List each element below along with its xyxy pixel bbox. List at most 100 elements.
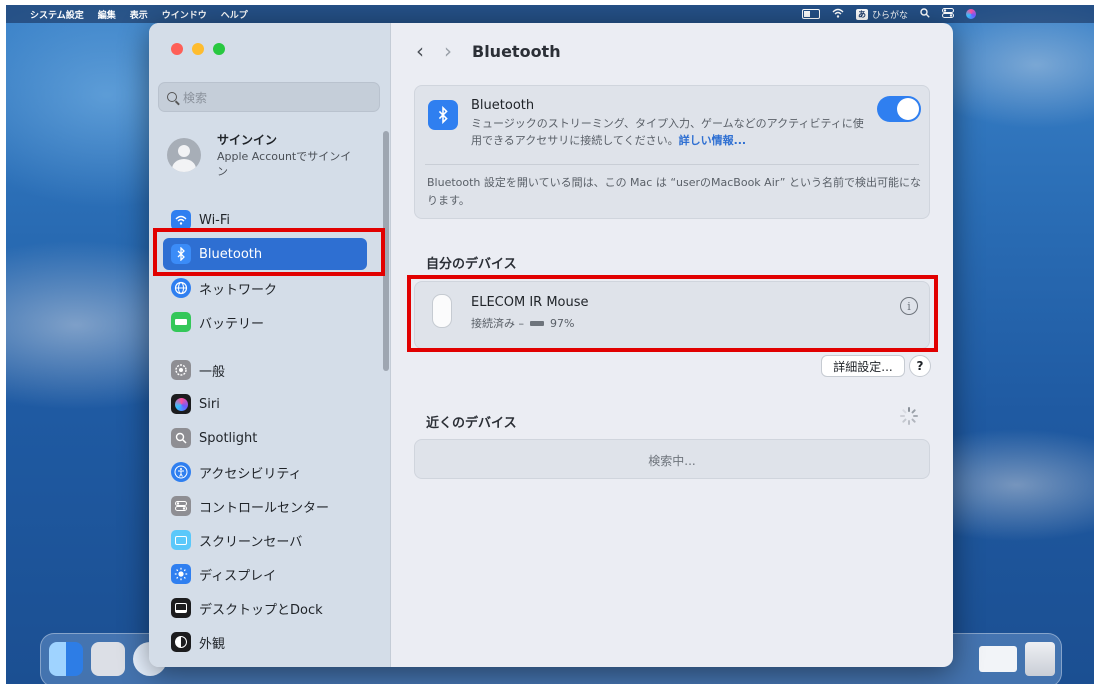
sidebar-item-desktop-dock[interactable]: デスクトップとDock [163, 594, 369, 622]
sidebar-item-label: ディスプレイ [199, 568, 277, 584]
help-button[interactable]: ? [909, 355, 931, 377]
bluetooth-card: Bluetooth ミュージックのストリーミング、タイプ入力、ゲームなどのアクテ… [414, 85, 930, 219]
input-mode-label: ひらがな [871, 10, 908, 21]
menu-bar: システム設定 編集 表示 ウインドウ ヘルプ あ ひらがな [6, 5, 1094, 23]
device-battery-icon [530, 320, 544, 326]
battery-icon [171, 312, 191, 332]
launchpad-icon[interactable] [91, 642, 125, 676]
wifi-status-icon[interactable] [832, 8, 844, 21]
avatar [167, 138, 201, 172]
sidebar-item-network[interactable]: ネットワーク [163, 274, 369, 302]
sidebar-item-siri[interactable]: Siri [163, 390, 369, 418]
forward-button[interactable]: › [444, 41, 452, 61]
search-input[interactable]: 検索 [158, 82, 380, 112]
close-button[interactable] [171, 43, 183, 55]
main-pane: ‹ › Bluetooth Bluetooth ミュージックのストリーミング、タ… [391, 23, 953, 667]
sidebar-item-battery[interactable]: バッテリー [163, 308, 369, 336]
account-signin[interactable]: サインイン Apple Accountでサインイン [167, 131, 367, 191]
spotlight-icon [171, 428, 191, 448]
page-title: Bluetooth [472, 41, 561, 61]
sidebar-item-label: スクリーンセーバ [199, 534, 303, 550]
input-mode-menu[interactable]: あ ひらがな [855, 8, 908, 21]
screensaver-icon [171, 530, 191, 550]
trash-icon[interactable] [1025, 642, 1055, 676]
divider [425, 164, 919, 165]
sidebar-item-label: アクセシビリティ [199, 466, 302, 482]
accessibility-icon [171, 462, 191, 482]
my-devices-heading: 自分のデバイス [426, 257, 517, 272]
sidebar: 検索 サインイン Apple Accountでサインイン Wi-Fi Bluet… [149, 23, 391, 667]
sidebar-scrollbar[interactable] [383, 131, 389, 371]
sidebar-item-label: Spotlight [199, 430, 258, 446]
globe-icon [171, 278, 191, 298]
bluetooth-title: Bluetooth [471, 98, 535, 113]
input-mode-badge: あ [855, 8, 868, 20]
mouse-icon [432, 294, 452, 328]
window-controls [171, 43, 225, 55]
gear-icon [171, 360, 191, 380]
sidebar-item-control-center[interactable]: コントロールセンター [163, 492, 369, 520]
nearby-devices-heading: 近くのデバイス [426, 416, 517, 431]
menu-view[interactable]: 表示 [130, 8, 148, 21]
wifi-icon [171, 210, 191, 230]
bluetooth-toggle[interactable] [877, 96, 921, 122]
menu-edit[interactable]: 編集 [98, 8, 116, 21]
searching-status: 検索中... [648, 454, 696, 468]
sidebar-item-label: Siri [199, 396, 220, 412]
spotlight-search-icon[interactable] [920, 7, 930, 21]
battery-status-icon[interactable] [801, 9, 820, 19]
sidebar-item-label: Bluetooth [199, 246, 263, 262]
device-name: ELECOM IR Mouse [471, 295, 589, 310]
sidebar-item-wifi[interactable]: Wi-Fi [163, 206, 369, 234]
bluetooth-description: ミュージックのストリーミング、タイプ入力、ゲームなどのアクティビティに使用できる… [471, 115, 871, 149]
search-icon [167, 92, 177, 102]
nearby-devices-list: 検索中... [414, 439, 930, 479]
menu-window[interactable]: ウインドウ [162, 8, 207, 21]
desktop: システム設定 編集 表示 ウインドウ ヘルプ あ ひらがな 検索 サインイン A… [6, 5, 1094, 684]
sidebar-item-label: Wi-Fi [199, 212, 231, 228]
more-info-link[interactable]: 詳しい情報... [679, 134, 747, 147]
finder-icon[interactable] [49, 642, 83, 676]
back-button[interactable]: ‹ [416, 41, 424, 61]
account-title: サインイン [217, 133, 278, 147]
control-center-icon [171, 496, 191, 516]
sidebar-item-displays[interactable]: ディスプレイ [163, 560, 369, 588]
discoverable-note: Bluetooth 設定を開いている間は、この Mac は “userのMacB… [427, 176, 921, 207]
menu-help[interactable]: ヘルプ [221, 8, 248, 21]
appearance-icon [171, 632, 191, 652]
menu-app-name[interactable]: システム設定 [30, 8, 84, 21]
sidebar-item-label: デスクトップとDock [199, 602, 323, 618]
sidebar-item-appearance[interactable]: 外観 [163, 628, 369, 656]
sidebar-item-general[interactable]: 一般 [163, 356, 369, 384]
siri-menu-icon[interactable] [966, 9, 976, 19]
siri-icon [171, 394, 191, 414]
toolbar: ‹ › Bluetooth [416, 41, 561, 61]
toggle-knob [897, 98, 919, 120]
account-subtitle: Apple Accountでサインイン [217, 150, 352, 178]
dock-icon [171, 598, 191, 618]
bluetooth-description-text: ミュージックのストリーミング、タイプ入力、ゲームなどのアクティビティに使用できる… [471, 117, 864, 147]
bluetooth-icon [428, 100, 458, 130]
sidebar-item-label: 外観 [199, 636, 226, 652]
advanced-settings-button[interactable]: 詳細設定... [821, 355, 905, 377]
sidebar-item-bluetooth[interactable]: Bluetooth [163, 238, 367, 270]
control-center-menu-icon[interactable] [942, 7, 954, 21]
device-status: 接続済み – 97% [471, 315, 574, 331]
device-battery-level: 97% [550, 316, 575, 330]
sidebar-item-label: コントロールセンター [199, 500, 330, 516]
zoom-button[interactable] [213, 43, 225, 55]
sidebar-item-spotlight[interactable]: Spotlight [163, 424, 369, 452]
device-row[interactable]: ELECOM IR Mouse 接続済み – 97% i [414, 281, 930, 349]
loading-spinner-icon [900, 407, 918, 425]
sidebar-item-accessibility[interactable]: アクセシビリティ [163, 458, 369, 486]
sidebar-item-screensaver[interactable]: スクリーンセーバ [163, 526, 369, 554]
sidebar-item-label: バッテリー [199, 316, 265, 332]
preview-icon[interactable] [979, 646, 1017, 672]
bluetooth-icon [171, 244, 191, 264]
device-connection-status: 接続済み – [471, 317, 524, 330]
sidebar-item-label: ネットワーク [199, 282, 278, 298]
display-icon [171, 564, 191, 584]
sidebar-item-label: 一般 [199, 364, 226, 380]
info-icon[interactable]: i [900, 297, 918, 315]
minimize-button[interactable] [192, 43, 204, 55]
